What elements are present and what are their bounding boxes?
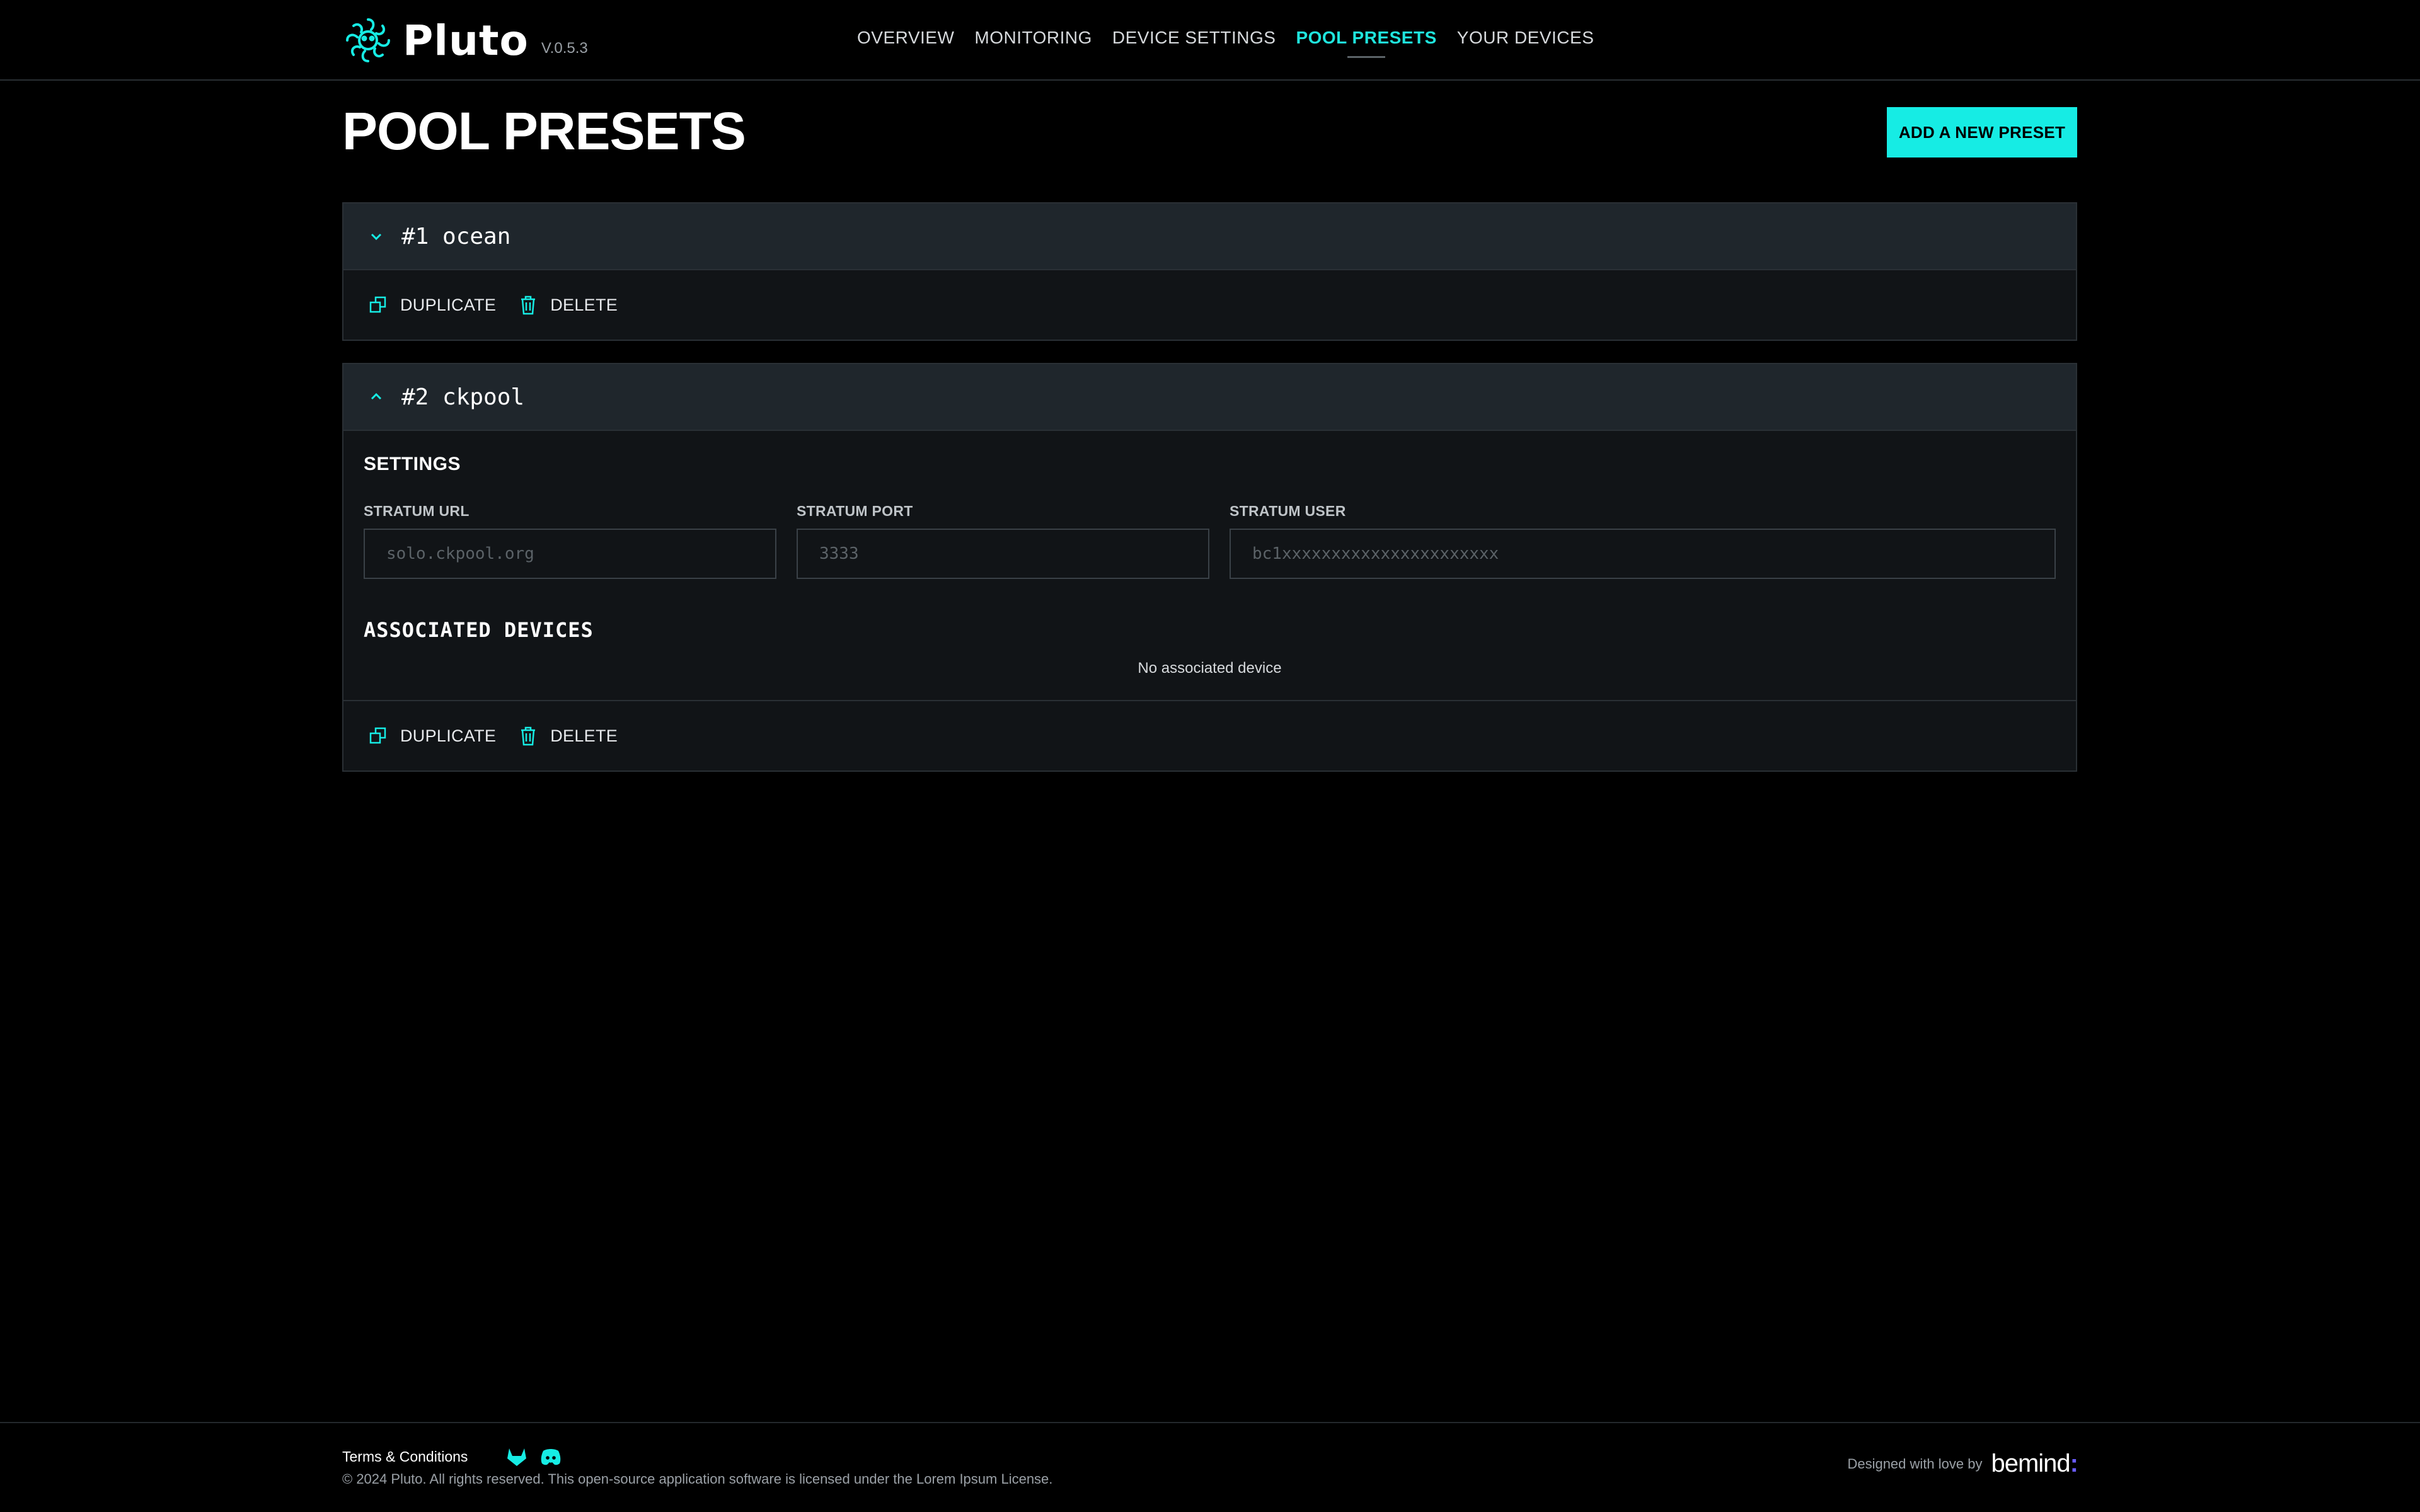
delete-button[interactable]: DELETE — [519, 294, 618, 316]
chevron-up-icon[interactable] — [369, 389, 384, 404]
associated-devices-empty: No associated device — [1138, 660, 1282, 677]
delete-label: DELETE — [550, 295, 618, 314]
nav-overview[interactable]: OVERVIEW — [857, 28, 954, 48]
chevron-down-icon[interactable] — [369, 229, 384, 244]
delete-label: DELETE — [550, 726, 618, 745]
copyright-text: © 2024 Pluto. All rights reserved. This … — [342, 1471, 1053, 1487]
preset-actions: DUPLICATE DELETE — [343, 701, 2076, 770]
social-links — [505, 1446, 562, 1467]
duplicate-button[interactable]: DUPLICATE — [369, 725, 496, 747]
nav-monitoring[interactable]: MONITORING — [974, 28, 1092, 48]
logo[interactable]: Pluto V.0.5.3 — [342, 14, 588, 67]
preset-actions: DUPLICATE DELETE — [343, 270, 2076, 340]
preset-settings: SETTINGS STRATUM URL STRATUM PORT STRATU… — [343, 431, 2076, 701]
duplicate-button[interactable]: DUPLICATE — [369, 294, 496, 316]
stratum-user-group: STRATUM USER — [1230, 503, 2056, 579]
trash-icon — [521, 295, 536, 315]
settings-title: SETTINGS — [364, 454, 461, 474]
duplicate-label: DUPLICATE — [400, 726, 497, 745]
bemind-mark: : — [2070, 1450, 2078, 1477]
add-preset-button[interactable]: ADD A NEW PRESET — [1887, 107, 2077, 158]
stratum-user-label: STRATUM USER — [1230, 503, 1346, 519]
footer: Terms & Conditions © 2024 Pluto. All rig… — [0, 1422, 2420, 1512]
preset-title: #2 ckpool — [401, 384, 525, 410]
nav-device-settings[interactable]: DEVICE SETTINGS — [1112, 28, 1276, 48]
stratum-port-input[interactable] — [797, 529, 1209, 579]
stratum-fields: STRATUM URL STRATUM PORT STRATUM USER — [364, 503, 2056, 579]
bemind-logo[interactable]: bemind: — [1991, 1450, 2078, 1478]
stratum-url-label: STRATUM URL — [364, 503, 470, 519]
delete-button[interactable]: DELETE — [519, 725, 618, 747]
page-title: POOL PRESETS — [342, 101, 746, 161]
trash-icon — [521, 726, 536, 746]
duplicate-icon — [369, 727, 386, 744]
discord-icon[interactable] — [539, 1446, 562, 1467]
version-label: V.0.5.3 — [541, 40, 588, 57]
stratum-url-input[interactable] — [364, 529, 776, 579]
nav-your-devices[interactable]: YOUR DEVICES — [1457, 28, 1594, 48]
terms-link[interactable]: Terms & Conditions — [342, 1448, 468, 1465]
duplicate-icon — [369, 296, 386, 313]
main-nav: OVERVIEW MONITORING DEVICE SETTINGS POOL… — [857, 28, 1594, 58]
pluto-logo-icon — [346, 18, 390, 62]
stratum-port-label: STRATUM PORT — [797, 503, 913, 519]
stratum-port-group: STRATUM PORT — [797, 503, 1209, 579]
designer-credit: Designed with love by bemind: — [1847, 1450, 2078, 1478]
duplicate-label: DUPLICATE — [400, 295, 497, 314]
stratum-url-group: STRATUM URL — [364, 503, 776, 579]
top-header: Pluto V.0.5.3 OVERVIEW MONITORING DEVICE… — [0, 0, 2420, 81]
associated-devices-title: ASSOCIATED DEVICES — [364, 618, 594, 642]
nav-pool-presets[interactable]: POOL PRESETS — [1296, 28, 1436, 58]
stratum-user-input[interactable] — [1230, 529, 2056, 579]
preset-card: #1 ocean DUPLICATE DELETE — [342, 202, 2077, 341]
preset-title: #1 ocean — [401, 223, 511, 249]
preset-header[interactable]: #2 ckpool — [343, 364, 2076, 431]
preset-header[interactable]: #1 ocean — [343, 203, 2076, 270]
gitlab-icon[interactable] — [505, 1446, 528, 1467]
credit-text: Designed with love by — [1847, 1455, 1983, 1472]
preset-card: #2 ckpool SETTINGS STRATUM URL STRATUM P… — [342, 363, 2077, 772]
bemind-wordmark: bemind — [1991, 1450, 2070, 1477]
app-name: Pluto — [403, 16, 529, 65]
